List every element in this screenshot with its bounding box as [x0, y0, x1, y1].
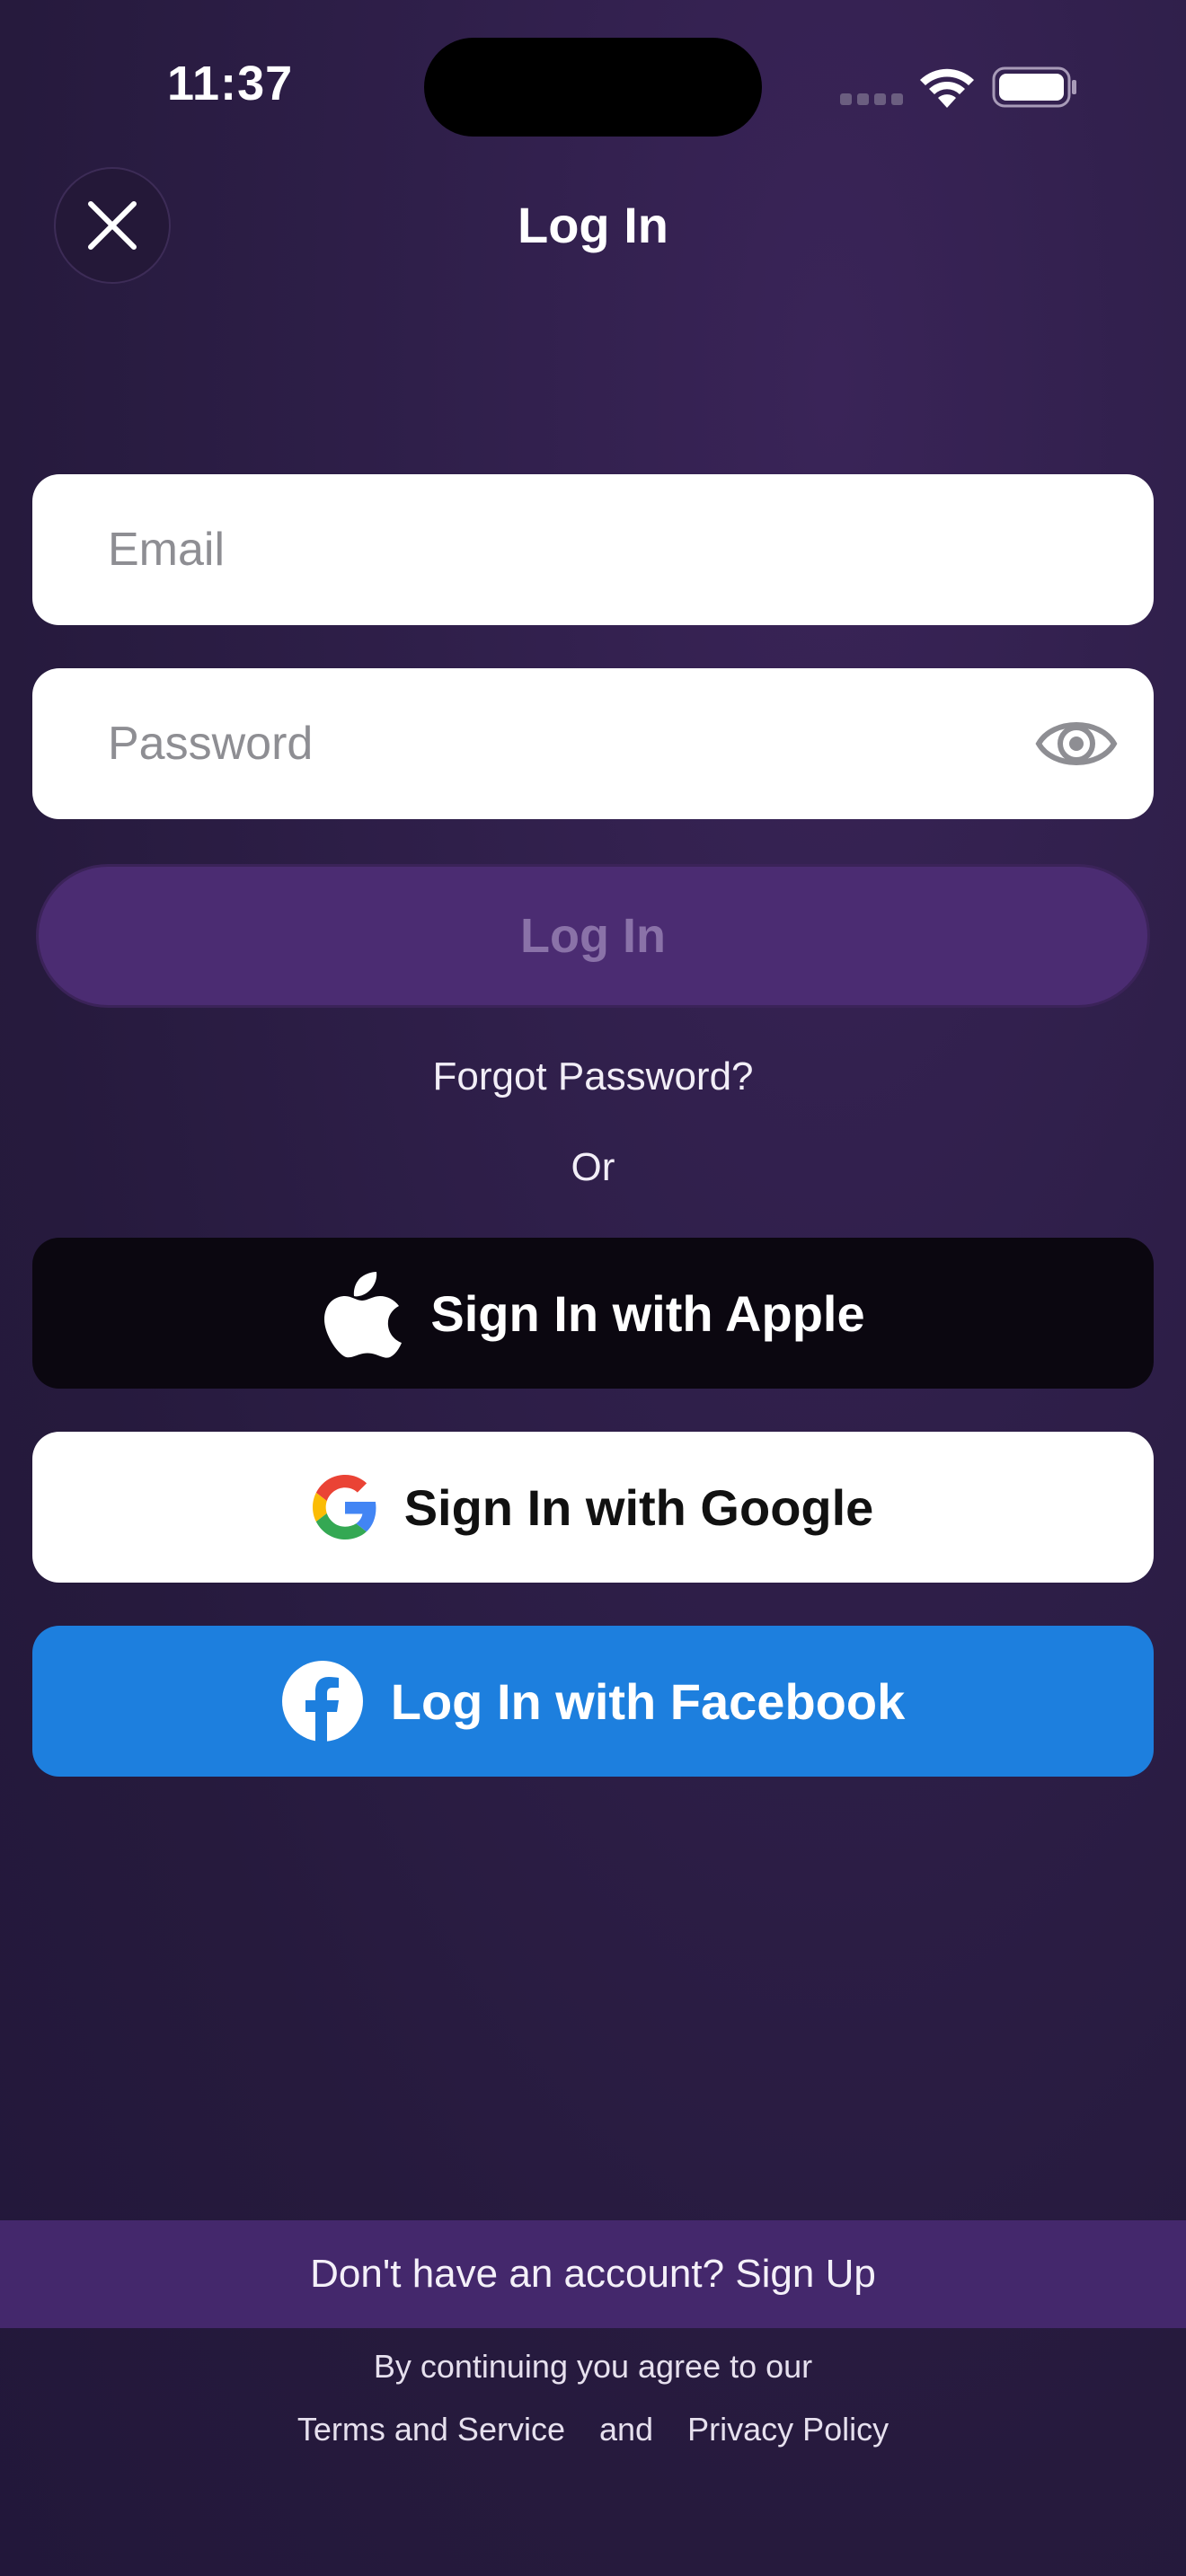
wifi-icon [918, 65, 976, 110]
password-field-container [32, 668, 1154, 819]
login-button[interactable]: Log In [36, 864, 1150, 1008]
page-title: Log In [518, 197, 668, 253]
password-input[interactable] [108, 668, 1006, 819]
apple-logo-icon [321, 1268, 403, 1358]
legal-links: Terms and Service and Privacy Policy [0, 2411, 1186, 2448]
facebook-logo-icon [281, 1660, 364, 1742]
facebook-button-label: Log In with Facebook [390, 1672, 906, 1730]
google-logo-icon [312, 1475, 377, 1539]
sign-in-with-google-button[interactable]: Sign In with Google [32, 1432, 1154, 1583]
privacy-policy-link[interactable]: Privacy Policy [687, 2411, 889, 2448]
legal-and-text: and [598, 2411, 654, 2448]
legal-intro-text: By continuing you agree to our [373, 2348, 813, 2385]
email-input[interactable] [108, 474, 1006, 625]
forgot-password-link[interactable]: Forgot Password? [0, 1054, 1186, 1099]
terms-of-service-link[interactable]: Terms and Service [297, 2411, 565, 2448]
email-field-container [32, 474, 1154, 625]
battery-icon [992, 66, 1078, 108]
apple-button-label: Sign In with Apple [430, 1284, 865, 1342]
cellular-signal-icon [840, 93, 903, 106]
google-button-label: Sign In with Google [403, 1478, 874, 1536]
or-divider-label: Or [571, 1145, 615, 1189]
sign-in-with-apple-button[interactable]: Sign In with Apple [32, 1238, 1154, 1389]
log-in-with-facebook-button[interactable]: Log In with Facebook [32, 1626, 1154, 1777]
status-time: 11:37 [167, 57, 294, 110]
show-password-eye-icon[interactable] [1035, 710, 1118, 778]
dynamic-island [424, 38, 762, 137]
sign-up-link[interactable]: Don't have an account? Sign Up [0, 2220, 1186, 2328]
